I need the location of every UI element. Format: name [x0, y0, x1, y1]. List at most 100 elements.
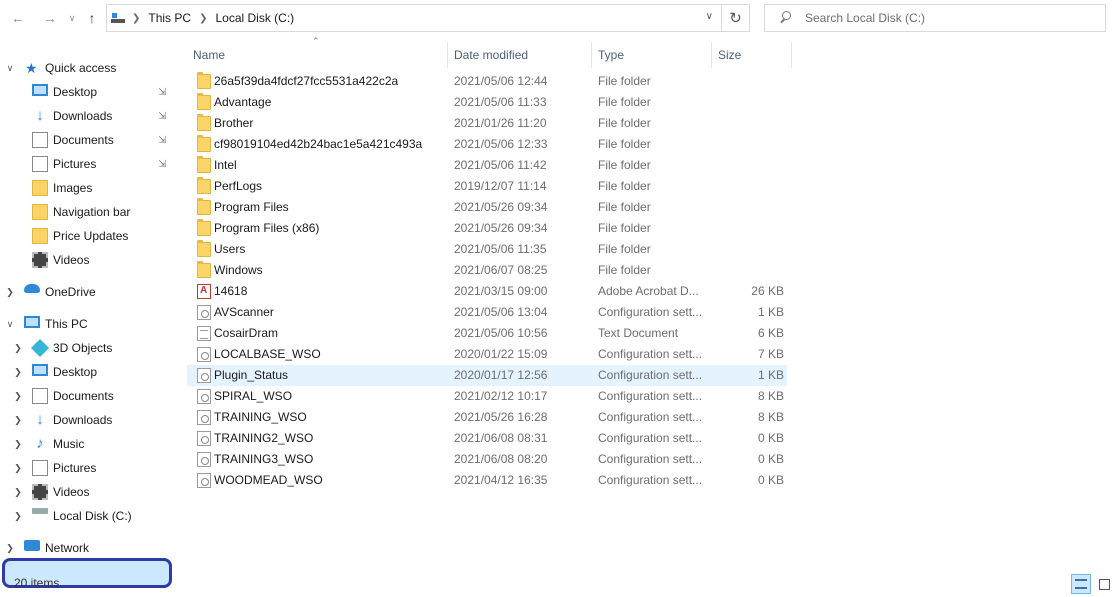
file-row[interactable]: Program Files (x86) 2021/05/26 09:34 File …: [187, 218, 787, 239]
nav-network[interactable]: ❯ Network: [0, 536, 172, 560]
file-row[interactable]: Intel 2021/05/06 11:42 File folder: [187, 155, 787, 176]
nav-item-label: Network: [45, 541, 90, 555]
file-name: Advantage: [214, 95, 272, 109]
folder-icon: [32, 204, 48, 220]
expand-chevron-down-icon[interactable]: ∨: [5, 319, 15, 330]
file-row[interactable]: SPIRAL_WSO 2021/02/12 10:17 Configuration …: [187, 386, 787, 407]
file-type: File folder: [598, 179, 651, 193]
file-row[interactable]: Users 2021/05/06 11:35 File folder: [187, 239, 787, 260]
file-size: [706, 134, 784, 155]
column-divider[interactable]: [591, 42, 592, 68]
expand-chevron-right-icon[interactable]: ❯: [13, 463, 23, 474]
nav-this-pc[interactable]: ∨ This PC: [0, 312, 172, 336]
nav-quick-access-desktop[interactable]: Desktop ⇲: [0, 80, 172, 104]
file-row[interactable]: WOODMEAD_WSO 2021/04/12 16:35 Configuratio…: [187, 470, 787, 491]
column-divider[interactable]: [711, 42, 712, 68]
file-date-modified: 2021/05/06 10:56: [454, 326, 548, 340]
nav-this-pc-3d-objects[interactable]: ❯ 3D Objects: [0, 336, 172, 360]
file-row[interactable]: cf98019104ed42b24bac1e5a421c493a 2021/05/…: [187, 134, 787, 155]
expand-chevron-right-icon[interactable]: ❯: [5, 287, 15, 298]
file-row[interactable]: Plugin_Status 2020/01/17 12:56 Configurati…: [187, 365, 787, 386]
file-size: 8 KB: [757, 410, 784, 424]
nav-this-pc-documents[interactable]: ❯ Documents: [0, 384, 172, 408]
nav-item-label: Price Updates: [53, 229, 129, 243]
nav-item-label: OneDrive: [45, 285, 96, 299]
expand-chevron-down-icon[interactable]: ∨: [5, 63, 15, 74]
file-row[interactable]: TRAINING3_WSO 2021/06/08 08:20 Configurati…: [187, 449, 787, 470]
file-name: AVScanner: [214, 305, 274, 319]
file-row[interactable]: TRAINING2_WSO 2021/06/08 08:31 Configurati…: [187, 428, 787, 449]
column-header-size[interactable]: Size: [718, 42, 741, 68]
file-size: [706, 155, 784, 176]
config-file-icon: [197, 410, 211, 425]
expand-chevron-right-icon[interactable]: ❯: [13, 415, 23, 426]
nav-quick-access-documents[interactable]: Documents ⇲: [0, 128, 172, 152]
nav-item-label: Local Disk (C:): [53, 509, 132, 523]
nav-quick-access-downloads[interactable]: ↓ Downloads ⇲: [0, 104, 172, 128]
nav-onedrive[interactable]: ❯ OneDrive: [0, 280, 172, 304]
nav-quick-access[interactable]: ∨ ★ Quick access: [0, 56, 172, 80]
file-row[interactable]: PerfLogs 2019/12/07 11:14 File folder: [187, 176, 787, 197]
star-icon: ★: [25, 60, 38, 76]
file-size: 7 KB: [757, 347, 784, 361]
column-divider[interactable]: [791, 42, 792, 68]
nav-this-pc-desktop[interactable]: ❯ Desktop: [0, 360, 172, 384]
back-arrow-icon[interactable]: ←: [9, 8, 27, 28]
file-type: Adobe Acrobat D...: [598, 284, 699, 298]
file-name: TRAINING2_WSO: [214, 431, 314, 445]
address-bar[interactable]: ❯ This PC ❯ Local Disk (C:) ∨: [106, 4, 722, 32]
large-icons-view-button[interactable]: [1094, 574, 1114, 594]
file-row[interactable]: 14618 2021/03/15 09:00 Adobe Acrobat D... 2…: [187, 281, 787, 302]
nav-quick-access-price-updates[interactable]: Price Updates: [0, 224, 172, 248]
breadcrumb-this-pc[interactable]: This PC: [148, 11, 191, 25]
file-row[interactable]: Advantage 2021/05/06 11:33 File folder: [187, 92, 787, 113]
file-row[interactable]: LOCALBASE_WSO 2020/01/22 15:09 Configurati…: [187, 344, 787, 365]
nav-item-label: Music: [53, 437, 85, 451]
breadcrumb-local-disk[interactable]: Local Disk (C:): [215, 11, 294, 25]
file-row[interactable]: TRAINING_WSO 2021/05/26 16:28 Configuratio…: [187, 407, 787, 428]
file-date-modified: 2021/06/08 08:31: [454, 431, 548, 445]
nav-this-pc-pictures[interactable]: ❯ Pictures: [0, 456, 172, 480]
forward-arrow-icon[interactable]: →: [41, 8, 59, 28]
expand-chevron-right-icon[interactable]: ❯: [13, 391, 23, 402]
column-header-date[interactable]: Date modified: [454, 42, 528, 68]
nav-this-pc-music[interactable]: ❯ ♪ Music: [0, 432, 172, 456]
nav-item-label: Videos: [53, 485, 90, 499]
expand-chevron-right-icon[interactable]: ❯: [13, 343, 23, 354]
file-row[interactable]: Brother 2021/01/26 11:20 File folder: [187, 113, 787, 134]
expand-chevron-right-icon[interactable]: ❯: [13, 439, 23, 450]
file-type: File folder: [598, 95, 651, 109]
nav-this-pc-local-disk-c-[interactable]: ❯ Local Disk (C:): [0, 504, 172, 528]
up-arrow-icon[interactable]: ↑: [83, 8, 101, 28]
folder-icon: [197, 72, 211, 89]
nav-this-pc-downloads[interactable]: ❯ ↓ Downloads: [0, 408, 172, 432]
expand-chevron-right-icon[interactable]: ❯: [5, 543, 15, 554]
expand-chevron-right-icon[interactable]: ❯: [13, 487, 23, 498]
expand-chevron-right-icon[interactable]: ❯: [13, 511, 23, 522]
file-row[interactable]: CosairDram 2021/05/06 10:56 Text Document 6…: [187, 323, 787, 344]
expand-chevron-right-icon[interactable]: ❯: [13, 367, 23, 378]
file-row[interactable]: Windows 2021/06/07 08:25 File folder: [187, 260, 787, 281]
file-name: Users: [214, 242, 246, 256]
recent-locations-chevron-icon[interactable]: ∨: [63, 8, 81, 28]
address-dropdown-icon[interactable]: ∨: [706, 11, 713, 22]
column-header-name[interactable]: Name: [193, 42, 225, 68]
nav-quick-access-navigation-bar[interactable]: Navigation bar: [0, 200, 172, 224]
refresh-button[interactable]: ↻: [722, 4, 750, 32]
search-input[interactable]: [805, 11, 1085, 25]
nav-quick-access-images[interactable]: Images: [0, 176, 172, 200]
nav-quick-access-pictures[interactable]: Pictures ⇲: [0, 152, 172, 176]
nav-this-pc-videos[interactable]: ❯ Videos: [0, 480, 172, 504]
nav-item-label: Documents: [53, 133, 114, 147]
nav-quick-access-videos[interactable]: Videos: [0, 248, 172, 272]
column-header-type[interactable]: Type: [598, 42, 624, 68]
file-type: File folder: [598, 74, 651, 88]
details-view-button[interactable]: [1071, 574, 1091, 594]
file-name: 14618: [214, 284, 248, 298]
search-box[interactable]: [764, 4, 1106, 32]
folder-icon: [197, 198, 211, 215]
file-row[interactable]: AVScanner 2021/05/06 13:04 Configuration s…: [187, 302, 787, 323]
file-row[interactable]: 26a5f39da4fdcf27fcc5531a422c2a 2021/05/06…: [187, 71, 787, 92]
file-row[interactable]: Program Files 2021/05/26 09:34 File folder: [187, 197, 787, 218]
column-divider[interactable]: [447, 42, 448, 68]
